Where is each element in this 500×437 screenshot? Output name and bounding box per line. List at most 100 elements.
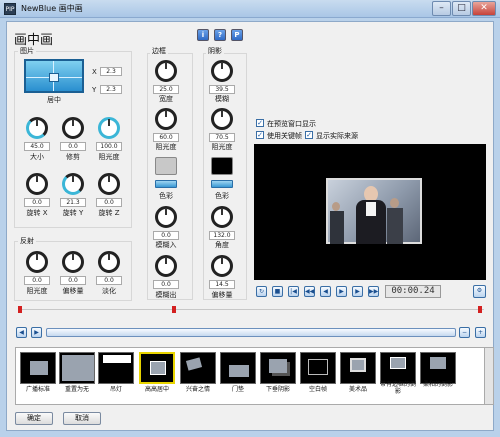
reflection-offset-knob[interactable] — [62, 251, 84, 273]
x-field[interactable]: 2.3 — [100, 67, 122, 76]
use-keyframes-checkbox[interactable]: ✓ — [256, 131, 264, 139]
keyframe-marker[interactable] — [478, 306, 482, 313]
rotate-x-label: 旋转 X — [26, 209, 48, 217]
help-button[interactable]: ? — [214, 29, 226, 41]
border-color-label: 色彩 — [159, 192, 173, 200]
next-frame-button[interactable]: ▶ — [352, 286, 363, 297]
remove-keyframe-button[interactable]: − — [459, 327, 470, 338]
minimize-icon[interactable]: – — [432, 1, 451, 16]
next-keyframe-button[interactable]: ▶ — [31, 327, 42, 338]
loop-button[interactable]: ↻ — [256, 286, 267, 297]
shadow-color-swatch[interactable] — [211, 157, 233, 175]
crop-knob[interactable] — [62, 117, 84, 139]
shadow-offset-knob[interactable] — [211, 255, 233, 277]
opacity-label: 阻光度 — [98, 153, 120, 161]
shadow-blur-value[interactable]: 39.5 — [209, 85, 235, 94]
keyframe-marker[interactable] — [18, 306, 22, 313]
reflection-fade-label: 淡化 — [102, 287, 116, 295]
shadow-blur-label: 模糊 — [215, 95, 229, 103]
rotate-y-knob[interactable] — [62, 173, 84, 195]
settings-icon[interactable]: ⚙ — [473, 285, 486, 298]
rotate-x-knob[interactable] — [26, 173, 48, 195]
preset-thumbnail[interactable] — [98, 352, 134, 384]
border-blur-out-value[interactable]: 0.0 — [153, 280, 179, 289]
close-icon[interactable]: ✕ — [472, 1, 496, 16]
position-label: 居中 — [47, 96, 61, 104]
show-in-preview-checkbox[interactable]: ✓ — [256, 119, 264, 127]
reflection-opacity-value[interactable]: 0.0 — [24, 276, 50, 285]
border-blur-in-knob[interactable] — [155, 206, 177, 228]
play-button[interactable]: ▶ — [336, 286, 347, 297]
border-blur-in-value[interactable]: 0.0 — [153, 231, 179, 240]
opacity-value[interactable]: 100.0 — [96, 142, 122, 151]
app-logo-icon: PIP — [4, 3, 16, 15]
rotate-z-knob[interactable] — [98, 173, 120, 195]
reflection-offset-value[interactable]: 0.0 — [60, 276, 86, 285]
preset-thumbnail[interactable] — [59, 352, 95, 384]
cancel-button[interactable]: 取消 — [63, 412, 101, 425]
border-width-value[interactable]: 25.0 — [153, 85, 179, 94]
opacity-knob[interactable] — [98, 117, 120, 139]
fast-forward-button[interactable]: ▶▶ — [368, 286, 379, 297]
reflection-opacity-knob[interactable] — [26, 251, 48, 273]
preset-thumbnail[interactable] — [300, 352, 336, 384]
previous-keyframe-button[interactable]: ◀ — [16, 327, 27, 338]
y-label: Y — [92, 86, 97, 94]
border-opacity-knob[interactable] — [155, 108, 177, 130]
border-color-swatch[interactable] — [155, 157, 177, 175]
preset-thumbnail[interactable] — [340, 352, 376, 384]
show-actual-source-checkbox[interactable]: ✓ — [305, 131, 313, 139]
size-value[interactable]: 45.0 — [24, 142, 50, 151]
use-keyframes-label: 使用关键帧 — [267, 132, 302, 140]
y-field[interactable]: 2.3 — [100, 85, 122, 94]
preset-thumbnail[interactable] — [260, 352, 296, 384]
preview-picture — [326, 178, 422, 244]
add-keyframe-button[interactable]: + — [475, 327, 486, 338]
reflection-fade-value[interactable]: 0.0 — [96, 276, 122, 285]
border-width-label: 宽度 — [159, 95, 173, 103]
reflection-fade-knob[interactable] — [98, 251, 120, 273]
ok-button[interactable]: 确定 — [15, 412, 53, 425]
position-pad[interactable] — [24, 59, 84, 93]
preset-thumbnail[interactable] — [220, 352, 256, 384]
info-button[interactable]: i — [197, 29, 209, 41]
crop-label: 修剪 — [66, 153, 80, 161]
keyframe-marker[interactable] — [172, 306, 176, 313]
preset-button[interactable]: P — [231, 29, 243, 41]
stop-button[interactable]: ■ — [272, 286, 283, 297]
preset-label: 美术品 — [348, 386, 367, 393]
shadow-opacity-knob[interactable] — [211, 108, 233, 130]
preset-thumbnail[interactable] — [380, 352, 416, 384]
rotate-x-value[interactable]: 0.0 — [24, 198, 50, 207]
preset-thumbnail[interactable] — [20, 352, 56, 384]
border-opacity-value[interactable]: 60.0 — [153, 133, 179, 142]
shadow-color-picker-button[interactable] — [211, 180, 233, 188]
timeline-scrollbar[interactable] — [46, 328, 456, 337]
previous-frame-button[interactable]: ◀ — [320, 286, 331, 297]
preset-thumbnail[interactable] — [420, 352, 456, 384]
size-knob[interactable] — [26, 117, 48, 139]
rotate-y-value[interactable]: 21.3 — [60, 198, 86, 207]
reflection-opacity-label: 阻光度 — [26, 287, 48, 295]
border-color-picker-button[interactable] — [155, 180, 177, 188]
shadow-angle-knob[interactable] — [211, 206, 233, 228]
shadow-offset-label: 偏移量 — [211, 291, 233, 299]
border-blur-out-knob[interactable] — [155, 255, 177, 277]
rewind-button[interactable]: ◀◀ — [304, 286, 315, 297]
shadow-opacity-value[interactable]: 70.5 — [209, 133, 235, 142]
preset-thumbnail[interactable] — [180, 352, 216, 384]
shadow-blur-knob[interactable] — [211, 60, 233, 82]
keyframe-timeline[interactable] — [18, 306, 484, 314]
border-width-knob[interactable] — [155, 60, 177, 82]
crop-value[interactable]: 0.0 — [60, 142, 86, 151]
show-actual-source-label: 显示实际来源 — [316, 132, 358, 140]
shadow-offset-value[interactable]: 14.5 — [209, 280, 235, 289]
preset-thumbnail-selected[interactable] — [139, 352, 175, 384]
maximize-icon[interactable]: □ — [452, 1, 471, 16]
border-blur-out-label: 模糊出 — [155, 291, 177, 299]
go-to-start-button[interactable]: |◀ — [288, 286, 299, 297]
rotate-z-value[interactable]: 0.0 — [96, 198, 122, 207]
position-handle[interactable] — [49, 73, 59, 82]
preset-scrollbar[interactable] — [484, 347, 494, 405]
shadow-angle-value[interactable]: 132.0 — [209, 231, 235, 240]
